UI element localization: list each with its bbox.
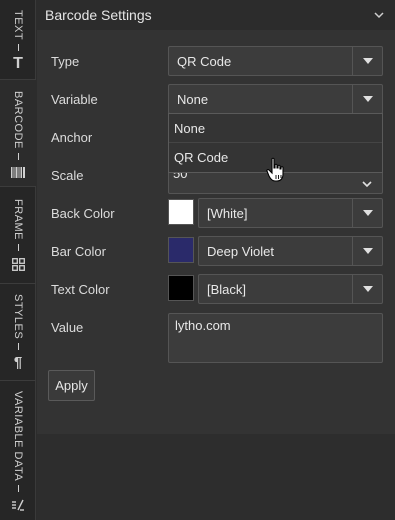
chevron-down-icon[interactable]: [352, 275, 382, 303]
bar-color-select[interactable]: Deep Violet: [198, 236, 383, 266]
barcode-icon: [10, 165, 26, 181]
type-select[interactable]: QR Code: [168, 46, 383, 76]
value-label: Value: [51, 320, 84, 335]
text-color-label: Text Color: [51, 282, 110, 297]
bar-color-value: Deep Violet: [207, 243, 274, 259]
tab-separator: [17, 485, 19, 493]
tab-frame[interactable]: FRAME: [0, 187, 36, 284]
tab-separator: [17, 343, 19, 351]
tab-separator: [17, 152, 19, 160]
tab-barcode-label: BARCODE: [12, 91, 24, 149]
barcode-panel: TEXT T BARCODE FRAME STYLES ¶ VARIABLE D…: [0, 0, 395, 520]
chevron-down-icon: [362, 181, 372, 188]
back-color-select[interactable]: [White]: [198, 198, 383, 228]
pilcrow-icon: ¶: [13, 354, 23, 372]
tab-variable-data[interactable]: VARIABLE DATA: [0, 381, 36, 520]
tab-styles-label: STYLES: [12, 294, 24, 340]
chevron-down-icon[interactable]: [352, 237, 382, 265]
text-color-select[interactable]: [Black]: [198, 274, 383, 304]
chevron-down-icon[interactable]: [373, 9, 385, 21]
chevron-down-icon[interactable]: [352, 47, 382, 75]
text-color-swatch[interactable]: [168, 275, 194, 301]
hand-cursor-icon: [266, 157, 284, 182]
dropdown-option[interactable]: None: [169, 114, 382, 143]
side-tab-rail: TEXT T BARCODE FRAME STYLES ¶ VARIABLE D…: [0, 0, 36, 520]
apply-button[interactable]: Apply: [48, 370, 95, 401]
tab-text-label: TEXT: [12, 10, 24, 41]
bar-color-swatch[interactable]: [168, 237, 194, 263]
value-textarea[interactable]: lytho.com: [168, 313, 383, 363]
bar-color-label: Bar Color: [51, 244, 106, 259]
back-color-value: [White]: [207, 205, 248, 221]
text-icon: T: [13, 55, 23, 73]
variable-select[interactable]: None: [168, 84, 383, 114]
type-value: QR Code: [177, 53, 232, 69]
tab-barcode[interactable]: BARCODE: [0, 80, 36, 187]
variable-icon: [10, 497, 26, 513]
tab-frame-label: FRAME: [12, 199, 24, 240]
text-color-value: [Black]: [207, 281, 247, 297]
variable-label: Variable: [51, 92, 98, 107]
panel-header[interactable]: Barcode Settings: [37, 0, 395, 30]
tab-separator: [17, 44, 19, 52]
type-label: Type: [51, 54, 80, 69]
chevron-down-icon[interactable]: [352, 85, 382, 113]
anchor-label: Anchor: [51, 130, 93, 145]
grid-icon: [10, 256, 26, 272]
scale-label: Scale: [51, 168, 84, 183]
tab-text[interactable]: TEXT T: [0, 0, 36, 80]
back-color-swatch[interactable]: [168, 199, 194, 225]
value-text: lytho.com: [175, 318, 231, 333]
chevron-down-icon[interactable]: [352, 199, 382, 227]
panel-title: Barcode Settings: [45, 7, 152, 23]
back-color-label: Back Color: [51, 206, 115, 221]
tab-styles[interactable]: STYLES ¶: [0, 284, 36, 381]
panel-empty-area: [37, 434, 395, 520]
tab-separator: [17, 244, 19, 251]
variable-value: None: [177, 91, 209, 107]
tab-variable-data-label: VARIABLE DATA: [12, 391, 24, 482]
